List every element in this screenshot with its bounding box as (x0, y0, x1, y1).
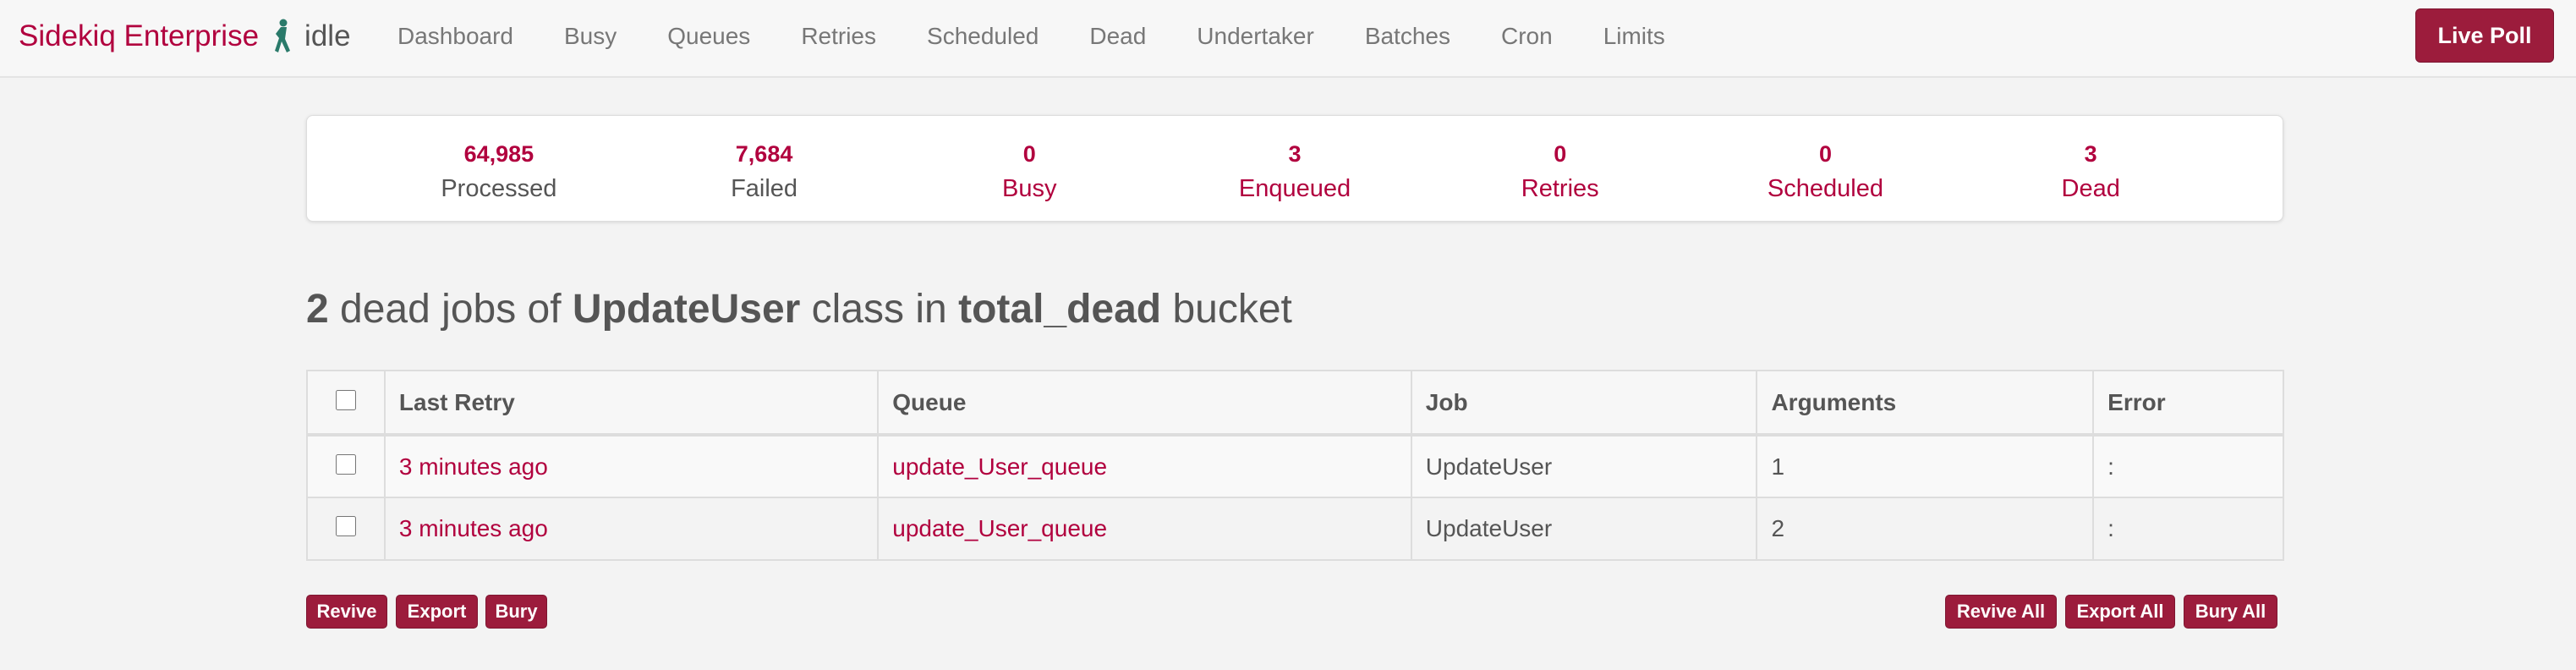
stat-count: 0 (1022, 141, 1036, 167)
last-retry-cell: 3 minutes ago (383, 434, 880, 498)
brand-name: Sidekiq Enterprise (19, 19, 260, 52)
stat-retries[interactable]: 0 Retries (1428, 116, 1693, 221)
brand-link[interactable]: Sidekiq Enterprise idle (19, 0, 351, 73)
top-navbar: Sidekiq Enterprise idle Dashboard Busy Q… (0, 0, 2576, 78)
nav-dead[interactable]: Dead (1089, 23, 1146, 50)
row-checkbox[interactable] (335, 516, 356, 536)
column-header: Last Retry (383, 370, 880, 437)
stat-count: 3 (2084, 141, 2097, 167)
summary-bar: 64,985 Processed 7,684 Failed 0 Busy 3 E… (306, 115, 2283, 222)
nav-batches[interactable]: Batches (1365, 23, 1450, 50)
queue-cell: update_User_queue (877, 497, 1412, 561)
stat-label: Dead (2061, 175, 2120, 202)
nav-queues[interactable]: Queues (667, 23, 750, 50)
table-header-row: Last Retry Queue Job Arguments Error (306, 370, 2284, 437)
arguments-cell: 1 (1756, 434, 2095, 498)
dead-count: 2 (306, 287, 329, 332)
last-retry-cell: 3 minutes ago (383, 497, 880, 561)
column-header: Queue (877, 370, 1412, 437)
stat-count: 64,985 (463, 141, 534, 167)
select-all-cell (306, 370, 386, 437)
stat-failed: 7,684 Failed (632, 116, 897, 221)
stat-label: Scheduled (1767, 175, 1883, 202)
stat-count: 7,684 (735, 141, 793, 167)
stat-label: Failed (731, 175, 798, 202)
stat-label: Retries (1521, 175, 1599, 202)
bucket-name: total_dead (958, 287, 1162, 332)
row-select-cell (306, 434, 386, 498)
title-text: bucket (1161, 287, 1292, 332)
process-status: idle (304, 19, 351, 52)
nav-scheduled[interactable]: Scheduled (927, 23, 1039, 50)
export-button[interactable]: Export (396, 595, 478, 629)
dead-jobs-table: Last Retry Queue Job Arguments Error 3 m… (306, 370, 2284, 561)
main-nav: Dashboard Busy Queues Retries Scheduled … (397, 0, 1716, 73)
stat-busy[interactable]: 0 Busy (896, 116, 1162, 221)
nav-limits[interactable]: Limits (1603, 23, 1665, 50)
nav-dashboard[interactable]: Dashboard (397, 23, 513, 50)
title-text: class in (800, 287, 959, 332)
column-header: Error (2092, 370, 2284, 437)
stat-count: 0 (1554, 141, 1567, 167)
stat-label: Processed (441, 175, 557, 202)
select-all-checkbox[interactable] (335, 389, 356, 410)
revive-all-button[interactable]: Revive All (1945, 595, 2057, 629)
nav-busy[interactable]: Busy (564, 23, 617, 50)
nav-undertaker[interactable]: Undertaker (1197, 23, 1314, 50)
row-checkbox[interactable] (335, 453, 356, 475)
bury-all-button[interactable]: Bury All (2184, 595, 2277, 629)
arguments-cell: 2 (1756, 497, 2095, 561)
export-all-button[interactable]: Export All (2065, 595, 2175, 629)
nav-cron[interactable]: Cron (1501, 23, 1553, 50)
revive-button[interactable]: Revive (306, 595, 387, 629)
last-retry-link[interactable]: 3 minutes ago (399, 515, 548, 541)
error-cell: : (2092, 434, 2284, 498)
sidekiq-figure-icon (271, 19, 294, 54)
row-select-cell (306, 497, 386, 561)
column-header: Job (1410, 370, 1758, 437)
page-title: 2 dead jobs of UpdateUser class in total… (306, 286, 1292, 332)
stat-processed: 64,985 Processed (366, 116, 632, 221)
job-class: UpdateUser (572, 287, 801, 332)
table-row: 3 minutes ago update_User_queue UpdateUs… (306, 497, 2284, 561)
table-row: 3 minutes ago update_User_queue UpdateUs… (306, 434, 2284, 498)
stat-count: 3 (1288, 141, 1302, 167)
stat-count: 0 (1818, 141, 1832, 167)
queue-link[interactable]: update_User_queue (892, 453, 1107, 480)
job-cell: UpdateUser (1410, 497, 1758, 561)
stat-label: Busy (1002, 175, 1057, 202)
queue-link[interactable]: update_User_queue (892, 515, 1107, 541)
column-header: Arguments (1756, 370, 2095, 437)
live-poll-button[interactable]: Live Poll (2415, 8, 2554, 63)
error-cell: : (2092, 497, 2284, 561)
bury-button[interactable]: Bury (485, 595, 547, 629)
last-retry-link[interactable]: 3 minutes ago (399, 453, 548, 480)
stat-scheduled[interactable]: 0 Scheduled (1693, 116, 1959, 221)
job-cell: UpdateUser (1410, 434, 1758, 498)
stat-enqueued[interactable]: 3 Enqueued (1162, 116, 1428, 221)
title-text: dead jobs of (328, 287, 573, 332)
queue-cell: update_User_queue (877, 434, 1412, 498)
nav-retries[interactable]: Retries (801, 23, 876, 50)
stat-label: Enqueued (1238, 175, 1351, 202)
stat-dead[interactable]: 3 Dead (1958, 116, 2223, 221)
